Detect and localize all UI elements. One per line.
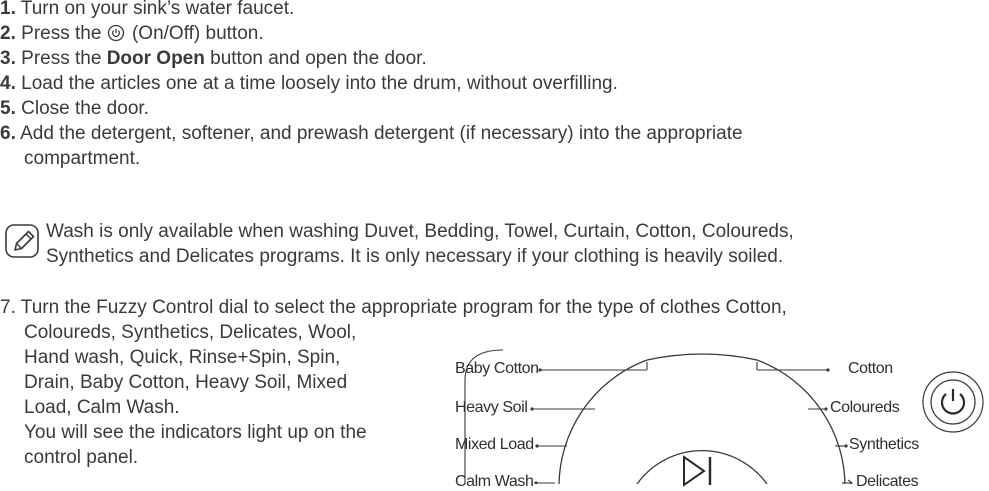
dial-label-coloureds: Coloureds — [830, 399, 900, 416]
step-number: 2. — [0, 23, 16, 44]
dial-label-baby-cotton: Baby Cotton — [455, 360, 539, 377]
control-panel-illustration: Baby Cotton Heavy Soil Mixed Load Calm W… — [455, 340, 989, 490]
step-5: 5. Close the door. — [0, 98, 149, 120]
step-number: 1. — [0, 0, 16, 19]
step-text-before: Press the — [21, 48, 107, 69]
step-7-line-3: Hand wash, Quick, Rinse+Spin, Spin, — [24, 347, 341, 368]
door-open-label: Door Open — [106, 48, 205, 69]
step-7-line-2: Coloureds, Synthetics, Delicates, Wool, — [24, 322, 357, 343]
note-line-1: Wash is only available when washing Duve… — [46, 221, 794, 242]
dial-label-mixed-load: Mixed Load — [455, 436, 534, 453]
step-7-line-7: control panel. — [24, 447, 139, 468]
step-text-after: button and open the door. — [204, 48, 427, 69]
note-line-2: Synthetics and Delicates programs. It is… — [46, 246, 784, 267]
step-text-before: Press the — [21, 23, 102, 44]
dial-label-cotton: Cotton — [848, 360, 893, 377]
note-pencil-icon — [5, 224, 39, 258]
step-7-line-6: You will see the indicators light up on … — [24, 422, 367, 443]
step-4: 4. Load the articles one at a time loose… — [0, 73, 618, 95]
play-pause-icon — [683, 455, 712, 487]
step-text-after: (On/Off) button. — [131, 23, 264, 44]
dial-label-synthetics: Synthetics — [849, 436, 919, 453]
step-6: 6. Add the detergent, softener, and prew… — [0, 123, 743, 145]
dial-label-calm-wash: Calm Wash — [455, 473, 534, 490]
step-number: 4. — [0, 73, 16, 94]
dial-label-delicates: Delicates — [856, 473, 919, 490]
step-7-line-5: Load, Calm Wash. — [24, 397, 180, 418]
step-text: Close the door. — [21, 98, 149, 119]
dial-label-heavy-soil: Heavy Soil — [455, 399, 528, 416]
step-3: 3. Press the Door Open button and open t… — [0, 48, 427, 70]
power-icon — [107, 24, 124, 42]
step-number: 3. — [0, 48, 16, 69]
power-icon — [922, 371, 984, 433]
step-text: Turn the Fuzzy Control dial to select th… — [20, 297, 787, 318]
step-6-continued: compartment. — [24, 148, 141, 169]
step-7: 7. Turn the Fuzzy Control dial to select… — [0, 297, 787, 319]
step-7-line-4: Drain, Baby Cotton, Heavy Soil, Mixed — [24, 372, 348, 393]
step-number: 7. — [0, 297, 16, 318]
step-text: Load the articles one at a time loosely … — [21, 73, 618, 94]
step-1: 1. Turn on your sink’s water faucet. — [0, 0, 294, 20]
step-number: 5. — [0, 98, 16, 119]
step-2: 2. Press the (On/Off) button. — [0, 23, 264, 45]
step-number: 6. — [0, 123, 16, 144]
step-text: Turn on your sink’s water faucet. — [20, 0, 295, 19]
step-text: Add the detergent, softener, and prewash… — [20, 123, 743, 144]
